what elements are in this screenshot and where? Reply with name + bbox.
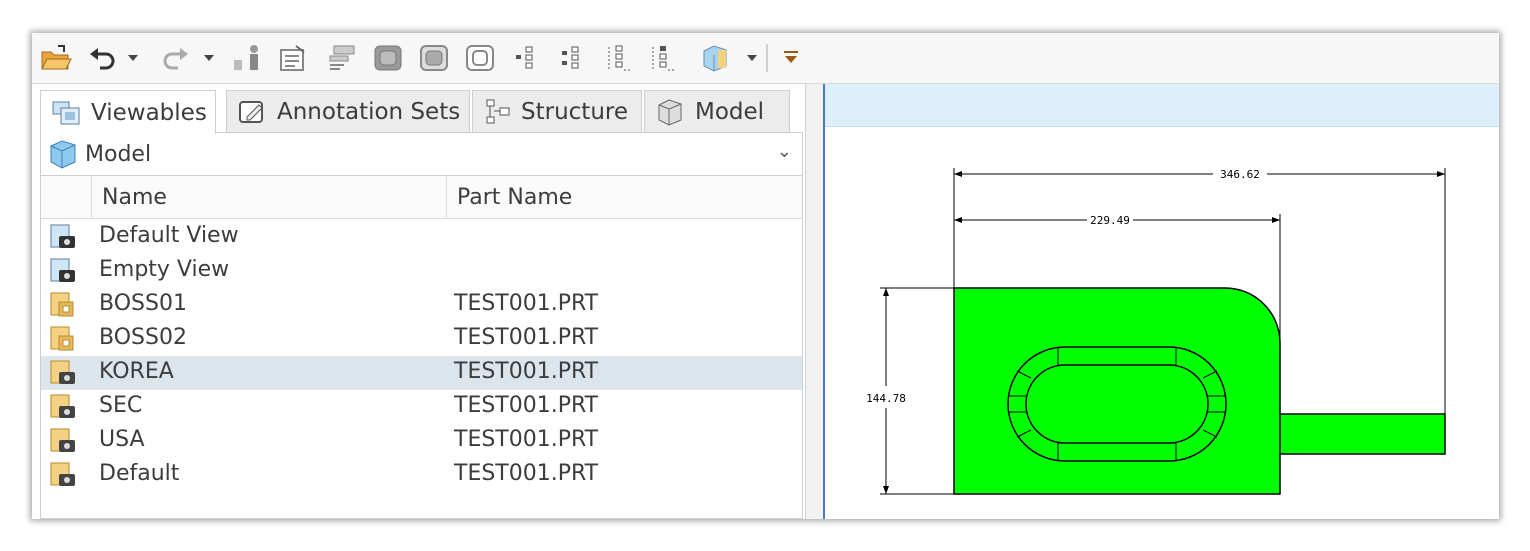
tab-structure[interactable]: Structure <box>472 90 642 132</box>
row-name: Default View <box>99 223 239 248</box>
view-hidden-icon[interactable] <box>416 44 452 72</box>
table-row[interactable]: BOSS02 TEST001.PRT <box>41 322 802 356</box>
column-header-name[interactable]: Name <box>91 176 446 218</box>
tab-viewables[interactable]: Viewables <box>40 90 216 134</box>
tab-annotation-sets[interactable]: Annotation Sets <box>226 90 470 132</box>
viewables-panel: Model ⌄ Name Part Name Default View Empt… <box>40 132 803 519</box>
dimension-height: 144.78 <box>866 392 906 405</box>
model-cube-icon <box>658 98 682 126</box>
tab-model[interactable]: Model <box>644 90 790 132</box>
drawing-canvas: 346.62 229.49 144.78 <box>866 168 1446 495</box>
table-row[interactable]: BOSS01 TEST001.PRT <box>41 288 802 322</box>
toolbar <box>32 33 1499 84</box>
chevron-down-icon[interactable]: ⌄ <box>777 141 792 162</box>
saved-view-icon <box>47 358 79 394</box>
tab-bar: Viewables Annotation Sets Structure Mode… <box>40 90 800 134</box>
tree-icon-4[interactable] <box>648 44 678 72</box>
undo-dropdown-icon[interactable] <box>126 44 140 72</box>
redo-dropdown-icon[interactable] <box>202 44 216 72</box>
row-name: USA <box>99 427 145 452</box>
model-cube-icon <box>50 140 76 169</box>
annotation-icon <box>239 100 263 123</box>
row-part-name: TEST001.PRT <box>454 325 599 350</box>
tab-model-label: Model <box>695 98 765 125</box>
row-name: KOREA <box>99 359 174 384</box>
structure-icon <box>486 99 510 123</box>
toolbar-overflow-icon[interactable] <box>780 44 802 72</box>
viewables-icon <box>52 101 80 124</box>
cube-appearance-icon[interactable] <box>698 44 732 72</box>
dimension-overall-width: 346.62 <box>1220 168 1260 181</box>
model-selector[interactable]: Model ⌄ <box>41 133 802 175</box>
row-name: BOSS01 <box>99 291 187 316</box>
row-name: BOSS02 <box>99 325 187 350</box>
camera-view-icon <box>47 256 79 292</box>
app-window: Viewables Annotation Sets Structure Mode… <box>32 33 1499 519</box>
graphics-viewport[interactable]: 346.62 229.49 144.78 <box>823 84 1499 519</box>
tree-icon-3[interactable] <box>604 44 634 72</box>
row-part-name: TEST001.PRT <box>454 291 599 316</box>
saved-view-icon <box>47 426 79 462</box>
table-row[interactable]: USA TEST001.PRT <box>41 424 802 458</box>
tree-icon-1[interactable] <box>510 44 540 72</box>
list-properties-icon[interactable] <box>324 44 360 72</box>
properties-icon[interactable] <box>276 44 312 72</box>
saved-view-icon <box>47 392 79 428</box>
boss-view-icon <box>47 290 79 326</box>
table-header: Name Part Name <box>41 176 802 219</box>
open-folder-icon[interactable] <box>38 44 74 72</box>
dimension-partial-width: 229.49 <box>1090 214 1130 227</box>
panel-splitter[interactable] <box>805 84 824 519</box>
viewables-table: Name Part Name Default View Empty View B… <box>41 175 802 519</box>
view-shaded-icon[interactable] <box>370 44 406 72</box>
view-wireframe-icon[interactable] <box>462 44 498 72</box>
table-row[interactable]: Default View <box>41 220 802 254</box>
viewport-header <box>825 84 1499 127</box>
boss-view-icon <box>47 324 79 360</box>
row-name: Empty View <box>99 257 230 282</box>
row-part-name: TEST001.PRT <box>454 427 599 452</box>
row-part-name: TEST001.PRT <box>454 359 599 384</box>
row-part-name: TEST001.PRT <box>454 461 599 486</box>
tab-structure-label: Structure <box>521 98 628 125</box>
cube-dropdown-icon[interactable] <box>744 44 760 72</box>
row-name: SEC <box>99 393 143 418</box>
tree-icon-2[interactable] <box>556 44 586 72</box>
saved-view-icon <box>47 460 79 496</box>
person-icon[interactable] <box>230 44 266 72</box>
model-label: Model <box>85 141 152 167</box>
table-row[interactable]: Empty View <box>41 254 802 288</box>
table-row[interactable]: SEC TEST001.PRT <box>41 390 802 424</box>
undo-icon[interactable] <box>86 44 120 72</box>
toolbar-separator <box>766 44 768 72</box>
tab-viewables-label: Viewables <box>91 99 207 126</box>
column-header-part-name[interactable]: Part Name <box>446 176 802 218</box>
row-name: Default <box>99 461 180 486</box>
camera-view-icon <box>47 222 79 258</box>
tab-annotation-sets-label: Annotation Sets <box>277 98 461 125</box>
left-panel: Viewables Annotation Sets Structure Mode… <box>32 84 805 519</box>
table-row[interactable]: Default TEST001.PRT <box>41 458 802 492</box>
redo-icon[interactable] <box>158 44 192 72</box>
table-row-selected[interactable]: KOREA TEST001.PRT <box>41 356 802 390</box>
row-part-name: TEST001.PRT <box>454 393 599 418</box>
